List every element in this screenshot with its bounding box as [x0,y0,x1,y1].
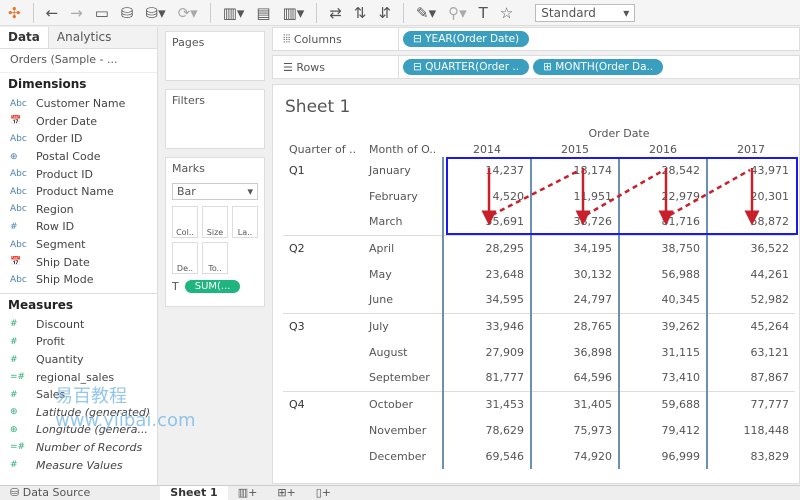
new-worksheet-icon[interactable]: ▥+ [228,486,268,500]
new-story-icon[interactable]: ▯+ [306,486,341,500]
watermark: 易百教程 www.yiibai.com [55,386,196,431]
tab-data-source[interactable]: ⛁ Data Source [0,486,100,500]
sheet-tabs-bar: ⛁ Data Source Sheet 1 ▥+ ⊞+ ▯+ [0,485,800,500]
tab-sheet-1[interactable]: Sheet 1 [160,486,228,500]
new-dashboard-icon[interactable]: ⊞+ [267,486,305,500]
